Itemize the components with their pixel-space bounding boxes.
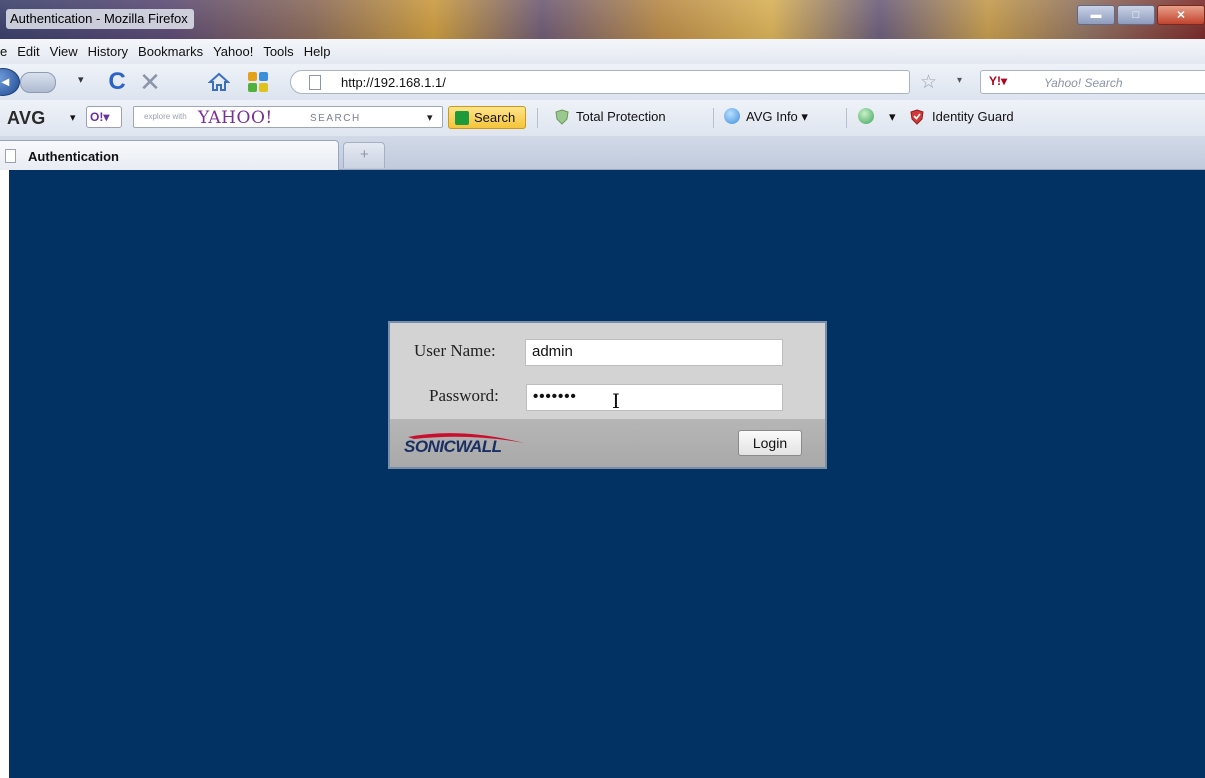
toolbar-separator bbox=[846, 108, 847, 128]
reload-icon[interactable]: C bbox=[104, 68, 130, 95]
text-cursor-icon: I bbox=[612, 389, 620, 413]
maximize-icon: □ bbox=[1132, 9, 1140, 21]
back-arrow-icon: ◂ bbox=[2, 73, 10, 89]
more-dropdown-icon[interactable]: ▾ bbox=[889, 109, 896, 125]
tab-label: Authentication bbox=[28, 149, 119, 164]
avg-logo[interactable]: AVG bbox=[7, 108, 46, 129]
search-icon bbox=[455, 111, 469, 125]
avg-dropdown-icon[interactable]: ▾ bbox=[70, 111, 76, 124]
toolbar-separator bbox=[713, 108, 714, 128]
yahoo-logo: YAHOO! bbox=[198, 108, 273, 128]
password-label: Password: bbox=[429, 386, 499, 405]
minimize-icon: ▬ bbox=[1090, 9, 1102, 21]
close-button[interactable]: ✕ bbox=[1157, 5, 1205, 25]
history-dropdown-icon[interactable]: ▾ bbox=[78, 73, 84, 86]
apps-grid-icon[interactable] bbox=[245, 69, 271, 95]
login-footer: SONICWALL Login bbox=[390, 419, 825, 467]
toolbar-separator bbox=[537, 108, 538, 128]
login-panel: User Name: admin Password: ••••••• I SON… bbox=[388, 321, 827, 469]
address-bar[interactable]: http://192.168.1.1/ bbox=[290, 70, 910, 94]
globe-icon bbox=[724, 108, 740, 124]
tab-authentication[interactable]: Authentication bbox=[0, 140, 339, 170]
explore-text: explore with bbox=[144, 112, 187, 121]
protection-shield-icon bbox=[555, 109, 569, 125]
refresh-icon[interactable] bbox=[858, 108, 874, 124]
password-row: Password: ••••••• bbox=[390, 384, 825, 414]
forward-button[interactable] bbox=[20, 72, 56, 93]
search-input[interactable]: Y!▾ Yahoo! Search bbox=[980, 70, 1205, 94]
close-icon: ✕ bbox=[1176, 9, 1186, 22]
username-label: User Name: bbox=[414, 341, 496, 360]
username-row: User Name: admin bbox=[390, 339, 825, 369]
password-field[interactable]: ••••••• bbox=[526, 384, 783, 411]
window-border bbox=[0, 170, 9, 778]
menu-help[interactable]: Help bbox=[299, 44, 336, 59]
tab-strip: Authentication + bbox=[0, 136, 1205, 170]
page-icon bbox=[309, 75, 321, 90]
login-button[interactable]: Login bbox=[738, 430, 802, 456]
navigation-toolbar: ◂ ▾ C ✕ http://192.168.1.1/ ☆ ▾ Y!▾ Yaho… bbox=[0, 64, 1205, 100]
avg-toolbar: AVG ▾ O!▾ explore with YAHOO! SEARCH ▾ S… bbox=[0, 100, 1205, 136]
search-button[interactable]: Search bbox=[448, 106, 526, 129]
menu-edit[interactable]: Edit bbox=[12, 44, 44, 59]
star-icon[interactable]: ☆ bbox=[920, 71, 937, 94]
window-title: Authentication - Mozilla Firefox bbox=[6, 9, 194, 29]
minimize-button[interactable]: ▬ bbox=[1077, 5, 1115, 25]
search-placeholder: Yahoo! Search bbox=[1044, 76, 1123, 90]
home-icon[interactable] bbox=[206, 69, 232, 95]
search-dropdown-icon[interactable]: ▾ bbox=[427, 111, 433, 124]
window-controls: ▬ □ ✕ bbox=[1077, 5, 1205, 25]
menu-bookmarks[interactable]: Bookmarks bbox=[133, 44, 208, 59]
new-tab-button[interactable]: + bbox=[343, 142, 385, 168]
menu-view[interactable]: View bbox=[45, 44, 83, 59]
back-button[interactable]: ◂ bbox=[0, 68, 20, 96]
menu-tools[interactable]: Tools bbox=[258, 44, 298, 59]
username-field[interactable]: admin bbox=[525, 339, 783, 366]
page-icon bbox=[5, 149, 16, 163]
search-button-label: Search bbox=[474, 110, 516, 125]
menu-file[interactable]: e bbox=[0, 44, 12, 59]
bookmark-dropdown-icon[interactable]: ▾ bbox=[957, 75, 962, 86]
stop-icon[interactable]: ✕ bbox=[137, 67, 163, 97]
url-text[interactable]: http://192.168.1.1/ bbox=[341, 75, 446, 90]
yahoo-o-badge[interactable]: O!▾ bbox=[86, 106, 122, 128]
menu-bar: e Edit View History Bookmarks Yahoo! Too… bbox=[0, 39, 1205, 64]
menu-yahoo[interactable]: Yahoo! bbox=[208, 44, 258, 59]
total-protection-button[interactable]: Total Protection bbox=[576, 109, 666, 124]
plus-icon: + bbox=[360, 146, 369, 163]
search-engine-selector[interactable]: Y!▾ bbox=[989, 74, 1007, 88]
page-content bbox=[9, 170, 1205, 778]
maximize-button[interactable]: □ bbox=[1117, 5, 1155, 25]
identity-guard-button[interactable]: Identity Guard bbox=[932, 109, 1014, 124]
identity-shield-icon bbox=[910, 109, 924, 125]
avg-info-button[interactable]: AVG Info ▾ bbox=[746, 109, 808, 125]
yahoo-search-input[interactable]: explore with YAHOO! SEARCH ▾ bbox=[133, 106, 443, 128]
menu-history[interactable]: History bbox=[83, 44, 133, 59]
sonicwall-logo: SONICWALL bbox=[400, 429, 530, 457]
window-titlebar: Authentication - Mozilla Firefox ▬ □ ✕ bbox=[0, 0, 1205, 39]
yahoo-search-label: SEARCH bbox=[310, 113, 361, 124]
